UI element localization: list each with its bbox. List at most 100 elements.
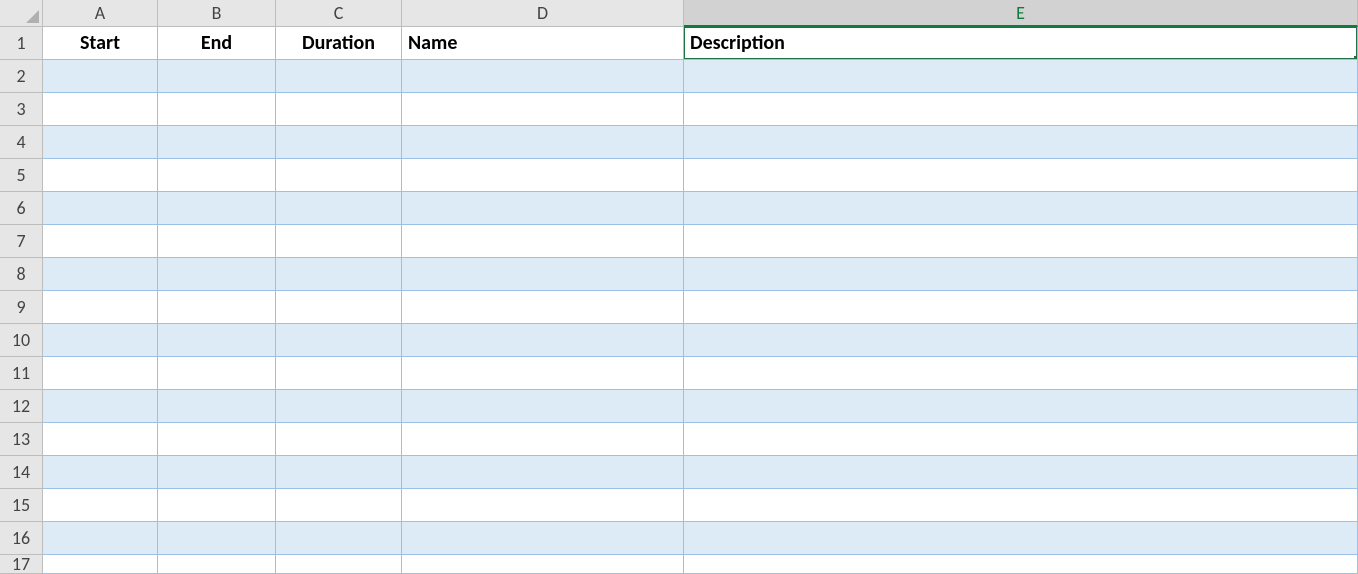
cell-D6[interactable] — [402, 192, 684, 225]
cell-A5[interactable] — [43, 159, 158, 192]
cell-A2[interactable] — [43, 60, 158, 93]
cell-D2[interactable] — [402, 60, 684, 93]
column-header-D[interactable]: D — [402, 0, 684, 27]
cell-D8[interactable] — [402, 258, 684, 291]
cell-C8[interactable] — [276, 258, 402, 291]
cell-B11[interactable] — [158, 357, 276, 390]
cell-B17[interactable] — [158, 555, 276, 574]
row-header-6[interactable]: 6 — [0, 192, 43, 225]
cell-B7[interactable] — [158, 225, 276, 258]
row-header-4[interactable]: 4 — [0, 126, 43, 159]
row-header-13[interactable]: 13 — [0, 423, 43, 456]
row-header-14[interactable]: 14 — [0, 456, 43, 489]
row-header-17[interactable]: 17 — [0, 555, 43, 574]
cell-D10[interactable] — [402, 324, 684, 357]
cell-B12[interactable] — [158, 390, 276, 423]
cell-E4[interactable] — [684, 126, 1358, 159]
row-header-10[interactable]: 10 — [0, 324, 43, 357]
cell-B5[interactable] — [158, 159, 276, 192]
row-header-5[interactable]: 5 — [0, 159, 43, 192]
cell-A16[interactable] — [43, 522, 158, 555]
cell-B8[interactable] — [158, 258, 276, 291]
cell-A13[interactable] — [43, 423, 158, 456]
select-all-corner[interactable] — [0, 0, 43, 27]
cell-C5[interactable] — [276, 159, 402, 192]
cell-B13[interactable] — [158, 423, 276, 456]
cell-C7[interactable] — [276, 225, 402, 258]
cell-E17[interactable] — [684, 555, 1358, 574]
cell-E8[interactable] — [684, 258, 1358, 291]
cell-B2[interactable] — [158, 60, 276, 93]
cell-D17[interactable] — [402, 555, 684, 574]
cell-E5[interactable] — [684, 159, 1358, 192]
cell-E13[interactable] — [684, 423, 1358, 456]
cell-A17[interactable] — [43, 555, 158, 574]
column-header-C[interactable]: C — [276, 0, 402, 27]
column-header-A[interactable]: A — [43, 0, 158, 27]
cell-E14[interactable] — [684, 456, 1358, 489]
cell-A3[interactable] — [43, 93, 158, 126]
cell-A12[interactable] — [43, 390, 158, 423]
cell-A7[interactable] — [43, 225, 158, 258]
cell-D14[interactable] — [402, 456, 684, 489]
row-header-9[interactable]: 9 — [0, 291, 43, 324]
cell-C12[interactable] — [276, 390, 402, 423]
cell-E12[interactable] — [684, 390, 1358, 423]
cell-E7[interactable] — [684, 225, 1358, 258]
cell-A4[interactable] — [43, 126, 158, 159]
cell-B10[interactable] — [158, 324, 276, 357]
cell-B16[interactable] — [158, 522, 276, 555]
column-header-B[interactable]: B — [158, 0, 276, 27]
cell-D4[interactable] — [402, 126, 684, 159]
cell-E1[interactable]: Description — [684, 27, 1358, 60]
cell-C10[interactable] — [276, 324, 402, 357]
cell-E10[interactable] — [684, 324, 1358, 357]
cell-E9[interactable] — [684, 291, 1358, 324]
cell-E2[interactable] — [684, 60, 1358, 93]
cell-A1[interactable]: Start — [43, 27, 158, 60]
row-header-16[interactable]: 16 — [0, 522, 43, 555]
row-header-1[interactable]: 1 — [0, 27, 43, 60]
cell-B3[interactable] — [158, 93, 276, 126]
row-header-7[interactable]: 7 — [0, 225, 43, 258]
cell-C9[interactable] — [276, 291, 402, 324]
cell-C1[interactable]: Duration — [276, 27, 402, 60]
row-header-15[interactable]: 15 — [0, 489, 43, 522]
cell-D7[interactable] — [402, 225, 684, 258]
cell-D1[interactable]: Name — [402, 27, 684, 60]
cell-B1[interactable]: End — [158, 27, 276, 60]
cell-E16[interactable] — [684, 522, 1358, 555]
row-header-12[interactable]: 12 — [0, 390, 43, 423]
cell-C11[interactable] — [276, 357, 402, 390]
cell-E15[interactable] — [684, 489, 1358, 522]
column-header-E[interactable]: E — [684, 0, 1358, 27]
cell-E11[interactable] — [684, 357, 1358, 390]
cell-C15[interactable] — [276, 489, 402, 522]
cell-D5[interactable] — [402, 159, 684, 192]
cell-C3[interactable] — [276, 93, 402, 126]
cell-E3[interactable] — [684, 93, 1358, 126]
cell-C6[interactable] — [276, 192, 402, 225]
cell-D3[interactable] — [402, 93, 684, 126]
cell-A14[interactable] — [43, 456, 158, 489]
cell-B4[interactable] — [158, 126, 276, 159]
cell-B9[interactable] — [158, 291, 276, 324]
cell-B6[interactable] — [158, 192, 276, 225]
cell-D11[interactable] — [402, 357, 684, 390]
cell-D16[interactable] — [402, 522, 684, 555]
cell-E6[interactable] — [684, 192, 1358, 225]
cell-A9[interactable] — [43, 291, 158, 324]
row-header-11[interactable]: 11 — [0, 357, 43, 390]
cell-D12[interactable] — [402, 390, 684, 423]
cell-B14[interactable] — [158, 456, 276, 489]
row-header-8[interactable]: 8 — [0, 258, 43, 291]
cell-B15[interactable] — [158, 489, 276, 522]
cell-C4[interactable] — [276, 126, 402, 159]
cell-C17[interactable] — [276, 555, 402, 574]
row-header-2[interactable]: 2 — [0, 60, 43, 93]
cell-A8[interactable] — [43, 258, 158, 291]
row-header-3[interactable]: 3 — [0, 93, 43, 126]
cell-D9[interactable] — [402, 291, 684, 324]
cell-D15[interactable] — [402, 489, 684, 522]
cell-A15[interactable] — [43, 489, 158, 522]
